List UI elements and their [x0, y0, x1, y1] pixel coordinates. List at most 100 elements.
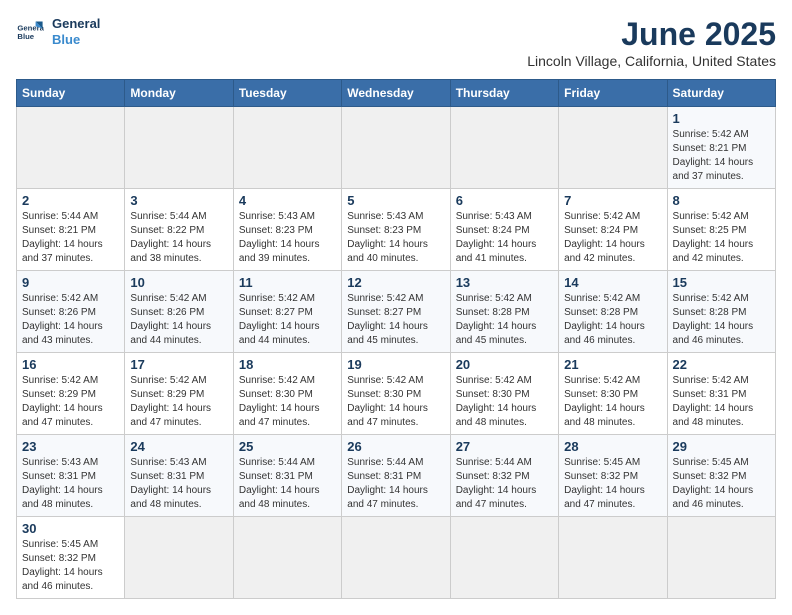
header-tuesday: Tuesday: [233, 80, 341, 107]
day-number: 8: [673, 193, 770, 208]
calendar-week-2: 2 Sunrise: 5:44 AMSunset: 8:21 PMDaylight…: [17, 189, 776, 271]
day-number: 23: [22, 439, 119, 454]
day-info: Sunrise: 5:45 AMSunset: 8:32 PMDaylight:…: [22, 538, 119, 594]
calendar-cell: [559, 107, 667, 189]
calendar-cell: [125, 517, 233, 599]
calendar-week-4: 16 Sunrise: 5:42 AMSunset: 8:29 PMDayligh…: [17, 353, 776, 435]
calendar-cell: [450, 517, 558, 599]
calendar-cell: 29Sunrise: 5:45 AMSunset: 8:32 PMDayligh…: [667, 435, 775, 517]
calendar-cell: 2 Sunrise: 5:44 AMSunset: 8:21 PMDaylight…: [17, 189, 125, 271]
calendar-week-5: 23 Sunrise: 5:43 AMSunset: 8:31 PMDayligh…: [17, 435, 776, 517]
day-number: 1: [673, 111, 770, 126]
day-number: 16: [22, 357, 119, 372]
calendar-cell: 20Sunrise: 5:42 AMSunset: 8:30 PMDayligh…: [450, 353, 558, 435]
calendar-cell: 12Sunrise: 5:42 AMSunset: 8:27 PMDayligh…: [342, 271, 450, 353]
day-number: 7: [564, 193, 661, 208]
day-info: Sunrise: 5:44 AMSunset: 8:21 PMDaylight:…: [22, 210, 119, 266]
day-info: Sunrise: 5:42 AMSunset: 8:29 PMDaylight:…: [22, 374, 119, 430]
day-number: 12: [347, 275, 444, 290]
calendar-cell: 3Sunrise: 5:44 AMSunset: 8:22 PMDaylight…: [125, 189, 233, 271]
day-number: 19: [347, 357, 444, 372]
calendar-cell: 15 Sunrise: 5:42 AMSunset: 8:28 PMDayligh…: [667, 271, 775, 353]
day-info: Sunrise: 5:42 AMSunset: 8:26 PMDaylight:…: [130, 292, 227, 348]
day-number: 4: [239, 193, 336, 208]
day-number: 30: [22, 521, 119, 536]
day-info: Sunrise: 5:43 AMSunset: 8:31 PMDaylight:…: [22, 456, 119, 512]
calendar-cell: 10 Sunrise: 5:42 AMSunset: 8:26 PMDayligh…: [125, 271, 233, 353]
calendar-cell: 27 Sunrise: 5:44 AMSunset: 8:32 PMDayligh…: [450, 435, 558, 517]
svg-text:Blue: Blue: [17, 32, 34, 41]
day-info: Sunrise: 5:44 AMSunset: 8:32 PMDaylight:…: [456, 456, 553, 512]
day-info: Sunrise: 5:42 AMSunset: 8:30 PMDaylight:…: [239, 374, 336, 430]
day-number: 25: [239, 439, 336, 454]
day-info: Sunrise: 5:42 AMSunset: 8:26 PMDaylight:…: [22, 292, 119, 348]
day-info: Sunrise: 5:43 AMSunset: 8:23 PMDaylight:…: [347, 210, 444, 266]
calendar-cell: 8 Sunrise: 5:42 AMSunset: 8:25 PMDaylight…: [667, 189, 775, 271]
day-info: Sunrise: 5:42 AMSunset: 8:21 PMDaylight:…: [673, 128, 770, 184]
day-number: 21: [564, 357, 661, 372]
header-thursday: Thursday: [450, 80, 558, 107]
header-monday: Monday: [125, 80, 233, 107]
day-info: Sunrise: 5:42 AMSunset: 8:28 PMDaylight:…: [456, 292, 553, 348]
header: General Blue General Blue General Blue J…: [16, 16, 776, 69]
day-number: 3: [130, 193, 227, 208]
day-info: Sunrise: 5:42 AMSunset: 8:31 PMDaylight:…: [673, 374, 770, 430]
calendar-week-1: 1 Sunrise: 5:42 AMSunset: 8:21 PMDaylight…: [17, 107, 776, 189]
calendar-cell: 11Sunrise: 5:42 AMSunset: 8:27 PMDayligh…: [233, 271, 341, 353]
calendar-cell: 1 Sunrise: 5:42 AMSunset: 8:21 PMDaylight…: [667, 107, 775, 189]
day-info: Sunrise: 5:43 AMSunset: 8:31 PMDaylight:…: [130, 456, 227, 512]
day-number: 14: [564, 275, 661, 290]
calendar-cell: [450, 107, 558, 189]
day-number: 22: [673, 357, 770, 372]
calendar-cell: [17, 107, 125, 189]
calendar-cell: 19Sunrise: 5:42 AMSunset: 8:30 PMDayligh…: [342, 353, 450, 435]
day-number: 15: [673, 275, 770, 290]
calendar-cell: [233, 517, 341, 599]
day-info: Sunrise: 5:42 AMSunset: 8:30 PMDaylight:…: [456, 374, 553, 430]
day-info: Sunrise: 5:42 AMSunset: 8:28 PMDaylight:…: [673, 292, 770, 348]
header-friday: Friday: [559, 80, 667, 107]
day-info: Sunrise: 5:44 AMSunset: 8:31 PMDaylight:…: [239, 456, 336, 512]
day-number: 2: [22, 193, 119, 208]
day-info: Sunrise: 5:42 AMSunset: 8:29 PMDaylight:…: [130, 374, 227, 430]
calendar-cell: 7 Sunrise: 5:42 AMSunset: 8:24 PMDaylight…: [559, 189, 667, 271]
calendar-cell: [342, 107, 450, 189]
day-info: Sunrise: 5:45 AMSunset: 8:32 PMDaylight:…: [564, 456, 661, 512]
day-number: 17: [130, 357, 227, 372]
calendar-cell: 24Sunrise: 5:43 AMSunset: 8:31 PMDayligh…: [125, 435, 233, 517]
day-number: 6: [456, 193, 553, 208]
calendar-title: June 2025: [527, 16, 776, 53]
calendar-cell: 26 Sunrise: 5:44 AMSunset: 8:31 PMDayligh…: [342, 435, 450, 517]
day-number: 27: [456, 439, 553, 454]
day-number: 13: [456, 275, 553, 290]
day-info: Sunrise: 5:42 AMSunset: 8:27 PMDaylight:…: [239, 292, 336, 348]
calendar-cell: 5Sunrise: 5:43 AMSunset: 8:23 PMDaylight…: [342, 189, 450, 271]
calendar-cell: [342, 517, 450, 599]
calendar-cell: [667, 517, 775, 599]
day-number: 10: [130, 275, 227, 290]
calendar-cell: 4Sunrise: 5:43 AMSunset: 8:23 PMDaylight…: [233, 189, 341, 271]
calendar-cell: 23 Sunrise: 5:43 AMSunset: 8:31 PMDayligh…: [17, 435, 125, 517]
logo-icon: General Blue: [16, 18, 44, 46]
calendar-cell: [125, 107, 233, 189]
day-number: 26: [347, 439, 444, 454]
day-number: 29: [673, 439, 770, 454]
day-number: 28: [564, 439, 661, 454]
day-info: Sunrise: 5:42 AMSunset: 8:30 PMDaylight:…: [564, 374, 661, 430]
day-info: Sunrise: 5:42 AMSunset: 8:24 PMDaylight:…: [564, 210, 661, 266]
logo-general: General: [52, 16, 100, 32]
header-saturday: Saturday: [667, 80, 775, 107]
title-section: June 2025 Lincoln Village, California, U…: [527, 16, 776, 69]
day-info: Sunrise: 5:42 AMSunset: 8:28 PMDaylight:…: [564, 292, 661, 348]
calendar-cell: 14 Sunrise: 5:42 AMSunset: 8:28 PMDayligh…: [559, 271, 667, 353]
day-info: Sunrise: 5:44 AMSunset: 8:31 PMDaylight:…: [347, 456, 444, 512]
calendar-cell: 25 Sunrise: 5:44 AMSunset: 8:31 PMDayligh…: [233, 435, 341, 517]
calendar-week-3: 9Sunrise: 5:42 AMSunset: 8:26 PMDaylight…: [17, 271, 776, 353]
day-info: Sunrise: 5:42 AMSunset: 8:25 PMDaylight:…: [673, 210, 770, 266]
calendar-cell: 13 Sunrise: 5:42 AMSunset: 8:28 PMDayligh…: [450, 271, 558, 353]
logo: General Blue General Blue General Blue: [16, 16, 100, 47]
day-info: Sunrise: 5:43 AMSunset: 8:24 PMDaylight:…: [456, 210, 553, 266]
calendar-cell: 17 Sunrise: 5:42 AMSunset: 8:29 PMDayligh…: [125, 353, 233, 435]
logo-blue: Blue: [52, 32, 100, 48]
calendar-cell: 9Sunrise: 5:42 AMSunset: 8:26 PMDaylight…: [17, 271, 125, 353]
